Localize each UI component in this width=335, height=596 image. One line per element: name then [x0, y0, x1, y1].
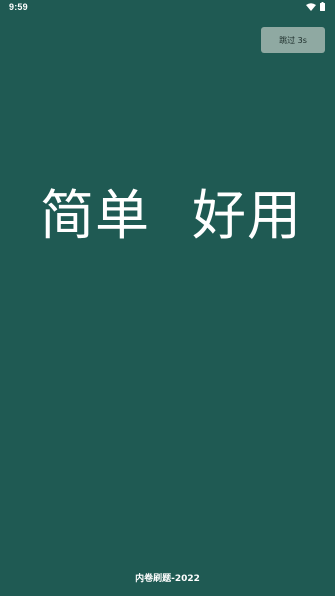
wifi-icon [306, 3, 316, 11]
splash-slogan: 简单 好用 [0, 181, 335, 251]
status-time: 9:59 [9, 2, 28, 12]
status-bar: 9:59 [0, 0, 335, 16]
battery-icon [320, 2, 325, 11]
slogan-right-text: 好用 [192, 184, 302, 247]
slogan-left-text: 简单 [40, 184, 150, 247]
skip-button[interactable]: 跳过 3s [261, 27, 325, 53]
footer-app-name: 内卷刷题-2022 [135, 574, 200, 584]
skip-button-label: 跳过 3s [279, 35, 307, 45]
